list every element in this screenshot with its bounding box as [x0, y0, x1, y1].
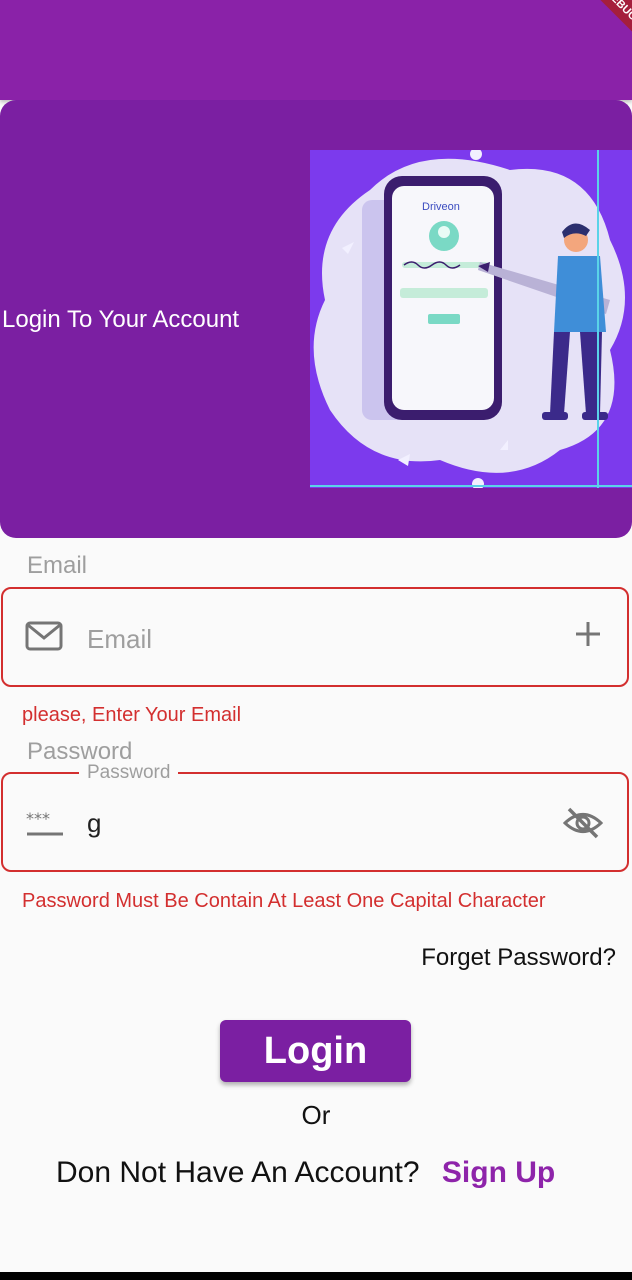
or-separator: Or — [301, 1100, 331, 1130]
password-field[interactable]: Password *** g — [1, 762, 629, 872]
password-error: Password Must Be Contain At Least One Ca… — [22, 890, 546, 912]
system-nav-bar — [0, 1272, 632, 1280]
svg-text:***: *** — [26, 810, 50, 828]
no-account-text: Don Not Have An Account? — [56, 1156, 420, 1189]
app-bar: DEBUG — [0, 0, 632, 100]
login-illustration: Driveon — [310, 148, 632, 490]
sign-up-link[interactable]: Sign Up — [442, 1156, 555, 1189]
debug-banner: DEBUG — [581, 0, 632, 45]
password-floating-label: Password — [79, 762, 179, 784]
mail-icon — [25, 621, 63, 656]
email-field[interactable]: Email — [1, 587, 629, 687]
email-error: please, Enter Your Email — [22, 704, 242, 726]
hero-title: Login To Your Account — [2, 306, 240, 333]
signup-row: Don Not Have An Account? Sign Up — [56, 1156, 555, 1190]
visibility-off-icon[interactable] — [562, 806, 604, 845]
email-caption: Email — [27, 552, 88, 579]
illustration-brand: Driveon — [422, 201, 460, 213]
login-button[interactable]: Login — [220, 1020, 411, 1082]
password-icon: *** — [25, 809, 65, 843]
hero-card: Login To Your Account Driveon — [0, 100, 632, 538]
forget-password-link[interactable]: Forget Password? — [421, 944, 616, 972]
plus-icon[interactable] — [573, 619, 603, 654]
email-placeholder: Email — [87, 624, 153, 654]
password-value: g — [87, 808, 102, 838]
